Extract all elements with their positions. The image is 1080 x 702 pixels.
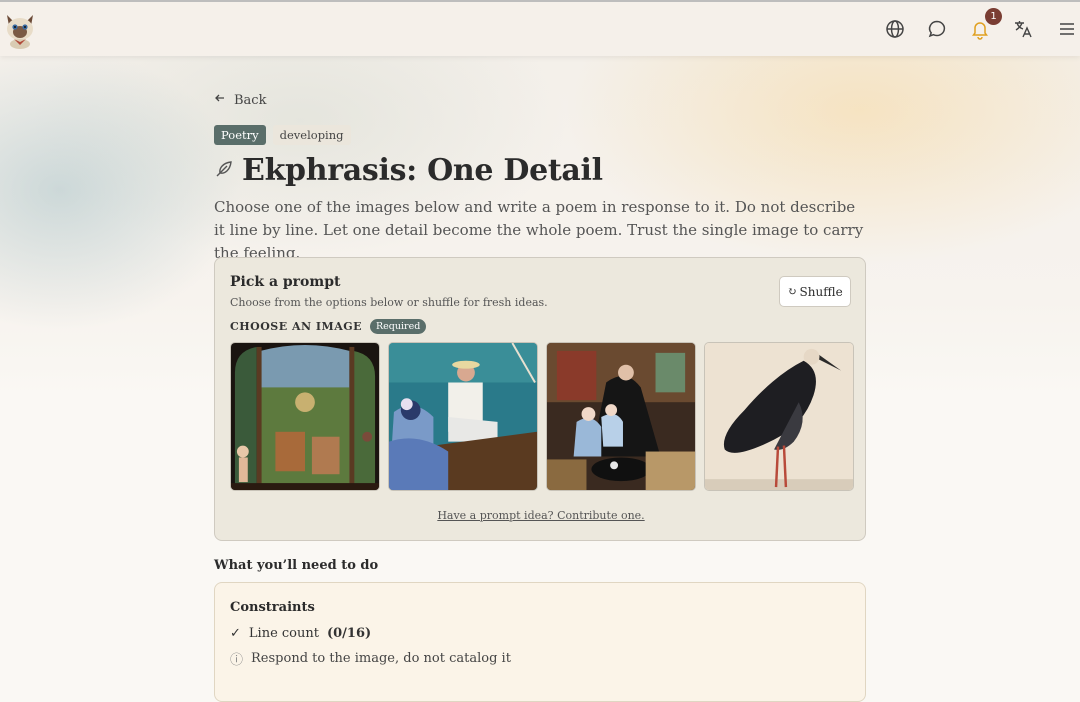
tag-developing[interactable]: developing — [272, 125, 351, 145]
prompt-card-title: Pick a prompt — [230, 274, 341, 290]
constraint-line-count: ✓ Line count (0/16) — [230, 626, 371, 641]
page-title: Ekphrasis: One Detail — [214, 153, 603, 188]
choose-image-label: CHOOSE AN IMAGE — [230, 320, 363, 333]
image-option-stork[interactable] — [704, 342, 854, 491]
info-icon: ⓘ — [230, 653, 244, 668]
menu-icon[interactable] — [1056, 18, 1078, 40]
refresh-icon: ↻ — [787, 285, 797, 298]
image-option-family-portrait[interactable] — [546, 342, 696, 491]
cat-logo-icon[interactable] — [4, 11, 36, 49]
notification-count-badge: 1 — [985, 8, 1002, 25]
required-badge: Required — [370, 319, 427, 334]
top-navigation-bar: 1 — [0, 0, 1080, 56]
constraints-card: Constraints ✓ Line count (0/16) ⓘ Respon… — [214, 582, 866, 702]
feather-quill-icon — [214, 159, 234, 183]
title-text: Ekphrasis: One Detail — [242, 153, 603, 188]
chat-bubble-icon[interactable] — [926, 18, 948, 40]
image-option-boating[interactable] — [388, 342, 538, 491]
shuffle-label: Shuffle — [799, 284, 843, 299]
image-option-triptych[interactable] — [230, 342, 380, 491]
constraints-title: Constraints — [230, 600, 315, 615]
choose-image-header: CHOOSE AN IMAGE Required — [230, 319, 427, 334]
back-label: Back — [234, 92, 267, 108]
tag-list: Poetry developing — [214, 125, 351, 145]
constraint-respond-image: ⓘ Respond to the image, do not catalog i… — [230, 649, 511, 668]
tag-poetry[interactable]: Poetry — [214, 125, 266, 145]
arrow-left-icon — [214, 92, 226, 108]
image-choices — [230, 342, 854, 491]
back-link[interactable]: Back — [214, 92, 266, 108]
shuffle-button[interactable]: ↻ Shuffle — [779, 276, 851, 307]
check-icon: ✓ — [230, 626, 241, 641]
globe-icon[interactable] — [884, 18, 906, 40]
translate-icon[interactable] — [1012, 18, 1034, 40]
prompt-card: Pick a prompt Choose from the options be… — [214, 257, 866, 541]
constraint-label: Line count — [248, 626, 319, 641]
page-description: Choose one of the images below and write… — [214, 198, 864, 262]
constraint-progress: (0/16) — [326, 626, 372, 641]
todo-heading: What you’ll need to do — [214, 558, 379, 573]
constraint-label: Respond to the image, do not catalog it — [251, 651, 511, 666]
contribute-prompt-link[interactable]: Have a prompt idea? Contribute one. — [215, 509, 867, 522]
prompt-card-subtitle: Choose from the options below or shuffle… — [230, 296, 548, 309]
